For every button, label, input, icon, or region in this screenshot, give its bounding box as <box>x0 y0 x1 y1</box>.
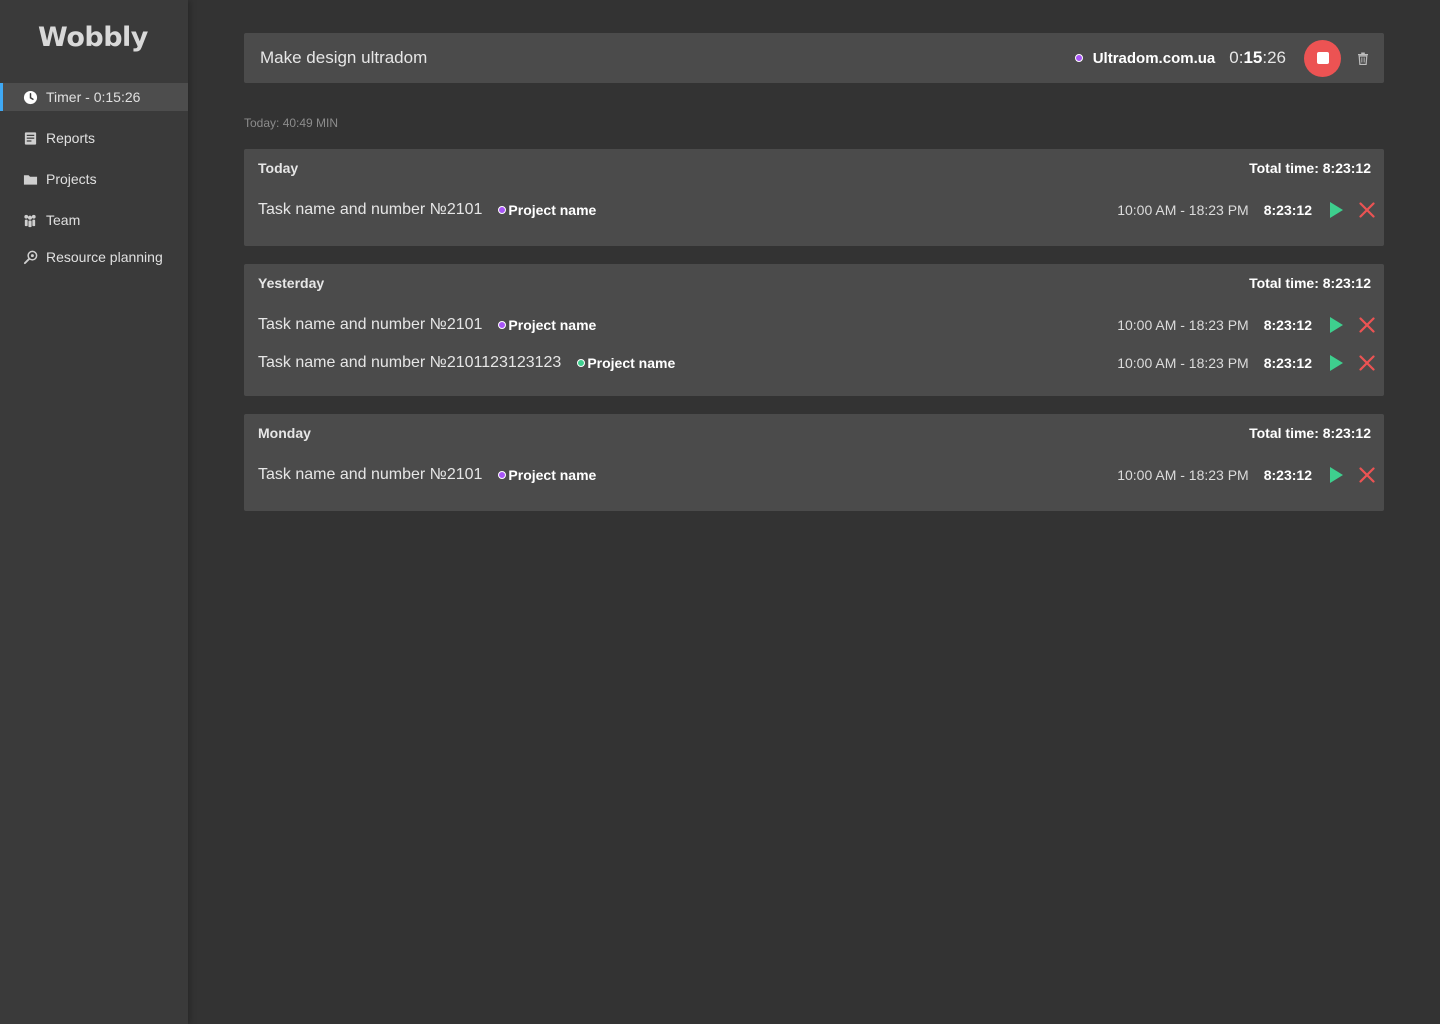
day-group-yesterday: Yesterday Total time: 8:23:12 Task name … <box>244 264 1384 396</box>
entry-project[interactable]: Project name <box>577 355 675 371</box>
day-header: Monday Total time: 8:23:12 <box>244 414 1384 452</box>
project-color-dot <box>577 359 586 367</box>
sidebar-item-label: Team <box>46 212 81 228</box>
reports-icon <box>22 130 38 146</box>
entry-controls: 10:00 AM - 18:23 PM 8:23:12 <box>1117 191 1376 229</box>
sidebar-item-timer[interactable]: Timer - 0:15:26 <box>0 83 188 111</box>
day-header: Yesterday Total time: 8:23:12 <box>244 264 1384 302</box>
current-project-name[interactable]: Ultradom.com.ua <box>1093 50 1216 67</box>
entry-project-name: Project name <box>508 317 597 333</box>
sidebar-item-label: Reports <box>46 130 96 146</box>
entry-project-name: Project name <box>508 202 597 218</box>
sidebar-item-label: Resource planning <box>46 249 163 265</box>
sidebar: Wobbly Timer - 0:15:26 Reports Projects … <box>0 0 188 1024</box>
entry-controls: 10:00 AM - 18:23 PM 8:23:12 <box>1117 344 1376 382</box>
delete-icon[interactable] <box>1358 316 1376 334</box>
project-color-dot <box>498 206 507 214</box>
clock-icon <box>22 89 38 105</box>
entry-duration: 8:23:12 <box>1263 317 1312 333</box>
clock-seconds: :26 <box>1262 48 1286 67</box>
project-color-dot <box>498 471 507 479</box>
time-entry-row[interactable]: Task name and number №2101123123123 Proj… <box>244 344 1384 382</box>
time-entry-row[interactable]: Task name and number №2101 Project name … <box>244 456 1384 494</box>
timer-clock: 0:15:26 <box>1229 48 1286 68</box>
project-color-dot <box>1074 54 1083 62</box>
sidebar-item-projects[interactable]: Projects <box>0 165 188 193</box>
trash-icon[interactable] <box>1356 50 1370 66</box>
app-logo[interactable]: Wobbly <box>38 22 148 53</box>
entry-duration: 8:23:12 <box>1263 355 1312 371</box>
entry-controls: 10:00 AM - 18:23 PM 8:23:12 <box>1117 306 1376 344</box>
entry-task-name[interactable]: Task name and number №2101 <box>258 316 482 334</box>
team-icon <box>22 212 38 228</box>
entry-project-name: Project name <box>508 467 597 483</box>
stop-icon <box>1316 52 1329 64</box>
entry-time-range: 10:00 AM - 18:23 PM <box>1117 355 1249 371</box>
sidebar-item-label: Timer - 0:15:26 <box>46 89 141 105</box>
sidebar-item-label: Projects <box>46 171 97 187</box>
delete-icon[interactable] <box>1358 466 1376 484</box>
time-entry-row[interactable]: Task name and number №2101 Project name … <box>244 306 1384 344</box>
day-label: Yesterday <box>258 275 325 291</box>
entry-time-range: 10:00 AM - 18:23 PM <box>1117 467 1249 483</box>
clock-minutes: 15 <box>1243 48 1263 67</box>
delete-icon[interactable] <box>1358 201 1376 219</box>
day-total-time: Total time: 8:23:12 <box>1249 160 1371 176</box>
day-label: Monday <box>258 425 311 441</box>
folder-icon <box>22 171 38 187</box>
day-header: Today Total time: 8:23:12 <box>244 149 1384 187</box>
stop-timer-button[interactable] <box>1304 39 1341 77</box>
entry-project-name: Project name <box>587 355 676 371</box>
entry-time-range: 10:00 AM - 18:23 PM <box>1117 317 1249 333</box>
entry-task-name[interactable]: Task name and number №2101 <box>258 466 482 484</box>
sidebar-item-resource-planning[interactable]: Resource planning <box>0 243 188 271</box>
sidebar-nav: Timer - 0:15:26 Reports Projects Team Re… <box>0 83 188 271</box>
play-icon[interactable] <box>1328 354 1344 372</box>
today-summary: Today: 40:49 MIN <box>244 116 339 130</box>
time-entry-row[interactable]: Task name and number №2101 Project name … <box>244 191 1384 229</box>
sidebar-item-team[interactable]: Team <box>0 206 188 234</box>
play-icon[interactable] <box>1328 316 1344 334</box>
current-task-name[interactable]: Make design ultradom <box>260 48 427 68</box>
entry-project[interactable]: Project name <box>498 202 596 218</box>
delete-icon[interactable] <box>1358 354 1376 372</box>
entry-duration: 8:23:12 <box>1263 202 1312 218</box>
play-icon[interactable] <box>1328 201 1344 219</box>
day-group-today: Today Total time: 8:23:12 Task name and … <box>244 149 1384 246</box>
day-group-monday: Monday Total time: 8:23:12 Task name and… <box>244 414 1384 511</box>
day-total-time: Total time: 8:23:12 <box>1249 425 1371 441</box>
entry-task-name[interactable]: Task name and number №2101 <box>258 201 482 219</box>
timer-controls: Ultradom.com.ua 0:15:26 <box>1074 33 1370 83</box>
day-total-time: Total time: 8:23:12 <box>1249 275 1371 291</box>
play-icon[interactable] <box>1328 466 1344 484</box>
current-timer-bar: Make design ultradom Ultradom.com.ua 0:1… <box>244 33 1384 83</box>
entry-project[interactable]: Project name <box>498 467 596 483</box>
entry-controls: 10:00 AM - 18:23 PM 8:23:12 <box>1117 456 1376 494</box>
entry-time-range: 10:00 AM - 18:23 PM <box>1117 202 1249 218</box>
sidebar-item-reports[interactable]: Reports <box>0 124 188 152</box>
project-color-dot <box>498 321 507 329</box>
clock-hours: 0: <box>1229 48 1244 67</box>
resource-planning-icon <box>22 249 38 265</box>
entry-duration: 8:23:12 <box>1263 467 1312 483</box>
entry-task-name[interactable]: Task name and number №2101123123123 <box>258 354 561 372</box>
entry-project[interactable]: Project name <box>498 317 596 333</box>
day-label: Today <box>258 160 299 176</box>
